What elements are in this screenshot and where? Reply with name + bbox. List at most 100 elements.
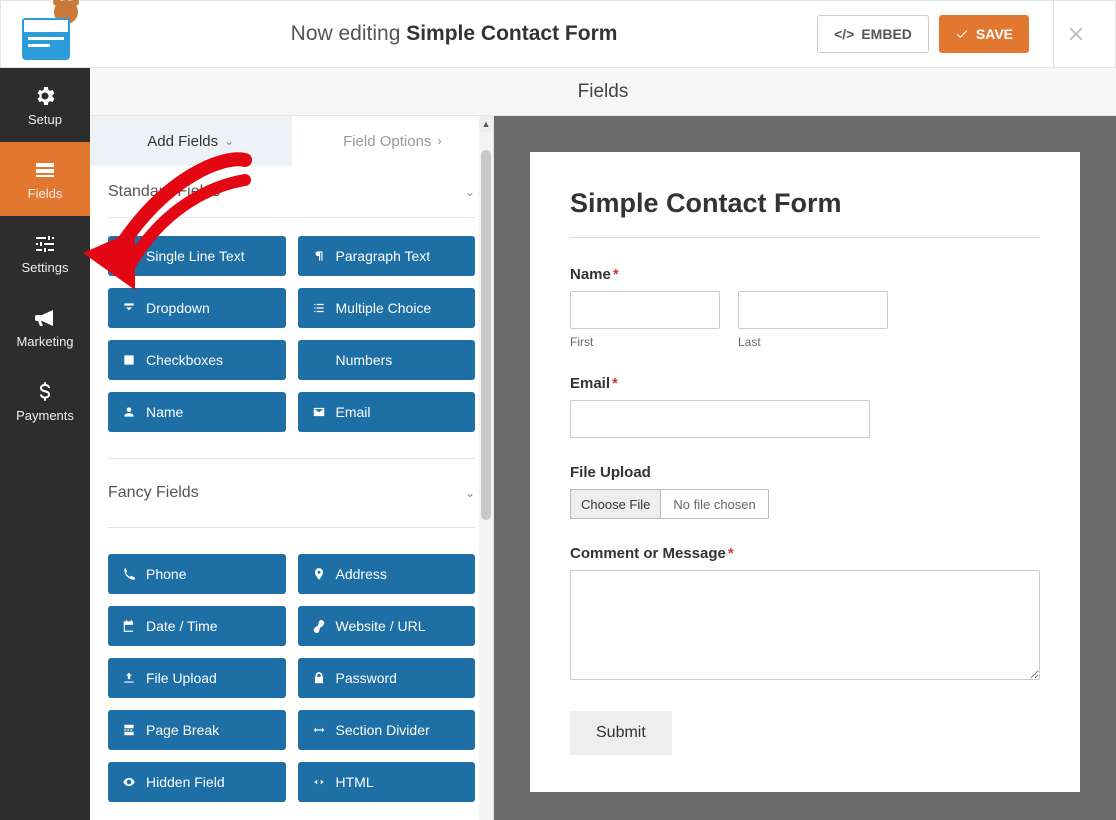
name-label: Name*	[570, 266, 1040, 283]
field-file-upload[interactable]: File Upload	[108, 658, 286, 698]
field-address[interactable]: Address	[298, 554, 476, 594]
fld-lbl: Multiple Choice	[336, 300, 432, 316]
panel-title: Fields	[90, 68, 1116, 116]
file-input[interactable]: Choose File No file chosen	[570, 489, 769, 519]
page-break-icon	[122, 723, 136, 737]
email-label: Email*	[570, 375, 1040, 392]
field-name[interactable]: Name	[108, 392, 286, 432]
hash-icon	[312, 353, 326, 367]
field-password[interactable]: Password	[298, 658, 476, 698]
scroll-up-arrow[interactable]: ▲	[479, 116, 493, 132]
app-body: Setup Fields Settings Marketing Payments…	[0, 68, 1116, 820]
standard-grid: Single Line Text Paragraph Text Dropdown…	[108, 218, 475, 450]
last-name-input[interactable]	[738, 291, 888, 329]
embed-button[interactable]: </> EMBED	[817, 15, 929, 53]
comment-textarea[interactable]	[570, 570, 1040, 680]
field-name-preview[interactable]: Name* First Last	[570, 266, 1040, 349]
list-icon	[312, 301, 326, 315]
upload-icon	[122, 671, 136, 685]
lbl-txt: Name	[570, 266, 611, 283]
fields-panel: ▲ Add Fields ⌄ Field Options ›	[90, 116, 494, 820]
field-email-preview[interactable]: Email*	[570, 375, 1040, 438]
required-asterisk: *	[613, 266, 619, 283]
calendar-icon	[122, 619, 136, 633]
chevron-down-icon: ⌄	[465, 486, 475, 500]
field-comment-preview[interactable]: Comment or Message*	[570, 545, 1040, 685]
split-pane: ▲ Add Fields ⌄ Field Options ›	[90, 116, 1116, 820]
field-paragraph-text[interactable]: Paragraph Text	[298, 236, 476, 276]
dollar-icon	[33, 380, 57, 404]
lbl-txt: Comment or Message	[570, 545, 726, 562]
bullhorn-icon	[33, 306, 57, 330]
fld-lbl: Paragraph Text	[336, 248, 431, 264]
field-multiple-choice[interactable]: Multiple Choice	[298, 288, 476, 328]
paragraph-icon	[312, 249, 326, 263]
fld-lbl: Website / URL	[336, 618, 426, 634]
required-asterisk: *	[728, 545, 734, 562]
field-website[interactable]: Website / URL	[298, 606, 476, 646]
field-page-break[interactable]: Page Break	[108, 710, 286, 750]
submit-button[interactable]: Submit	[570, 711, 672, 755]
field-section-divider[interactable]: Section Divider	[298, 710, 476, 750]
field-html[interactable]: HTML	[298, 762, 476, 802]
field-checkboxes[interactable]: Checkboxes	[108, 340, 286, 380]
field-numbers[interactable]: Numbers	[298, 340, 476, 380]
form-preview: Simple Contact Form Name* First Last Ema…	[494, 116, 1116, 820]
fld-lbl: Numbers	[336, 352, 393, 368]
eye-slash-icon	[122, 775, 136, 789]
fld-lbl: HTML	[336, 774, 374, 790]
field-single-line-text[interactable]: Single Line Text	[108, 236, 286, 276]
main-content: Fields ▲ Add Fields ⌄ Field Options ›	[90, 68, 1116, 820]
top-actions: </> EMBED SAVE	[817, 0, 1097, 68]
chevron-down-icon: ⌄	[224, 134, 234, 148]
rail-fields-label: Fields	[28, 186, 63, 201]
fld-lbl: Phone	[146, 566, 186, 582]
fld-lbl: File Upload	[146, 670, 217, 686]
form-icon	[33, 158, 57, 182]
choose-file-button[interactable]: Choose File	[571, 490, 661, 518]
field-datetime[interactable]: Date / Time	[108, 606, 286, 646]
divider	[108, 458, 475, 459]
required-asterisk: *	[612, 375, 618, 392]
divider	[570, 237, 1040, 238]
rail-settings-label: Settings	[22, 260, 69, 275]
rail-fields[interactable]: Fields	[0, 142, 90, 216]
scrollbar-thumb[interactable]	[481, 150, 491, 520]
email-input[interactable]	[570, 400, 870, 438]
chevron-right-icon: ›	[437, 134, 441, 148]
rail-payments-label: Payments	[16, 408, 74, 423]
field-dropdown[interactable]: Dropdown	[108, 288, 286, 328]
fancy-grid: Phone Address Date / Time Website / URL …	[108, 536, 475, 820]
field-upload-preview[interactable]: File Upload Choose File No file chosen	[570, 464, 1040, 519]
caret-down-icon	[122, 301, 136, 315]
rail-setup[interactable]: Setup	[0, 68, 90, 142]
fancy-fields-header[interactable]: Fancy Fields ⌄	[108, 467, 475, 519]
tab-field-options[interactable]: Field Options ›	[292, 116, 494, 166]
form-title: Simple Contact Form	[570, 188, 1040, 219]
lock-icon	[312, 671, 326, 685]
check-square-icon	[122, 353, 136, 367]
divider	[108, 527, 475, 528]
lbl-txt: Email	[570, 375, 610, 392]
text-icon	[122, 249, 136, 263]
first-sublabel: First	[570, 335, 720, 349]
fancy-fields-section: Fancy Fields ⌄ Phone Address Date / Time…	[90, 467, 493, 820]
field-phone[interactable]: Phone	[108, 554, 286, 594]
rail-marketing[interactable]: Marketing	[0, 290, 90, 364]
first-name-input[interactable]	[570, 291, 720, 329]
field-email[interactable]: Email	[298, 392, 476, 432]
close-icon	[1065, 23, 1087, 45]
field-hidden[interactable]: Hidden Field	[108, 762, 286, 802]
close-button[interactable]	[1053, 0, 1097, 68]
tab-add-fields[interactable]: Add Fields ⌄	[90, 116, 292, 166]
standard-fields-header[interactable]: Standard Fields ⌄	[108, 166, 475, 218]
nav-rail: Setup Fields Settings Marketing Payments	[0, 68, 90, 820]
save-button[interactable]: SAVE	[939, 15, 1029, 53]
fld-lbl: Section Divider	[336, 722, 430, 738]
fld-lbl: Checkboxes	[146, 352, 223, 368]
scrollbar-track[interactable]	[479, 132, 493, 820]
save-label: SAVE	[976, 26, 1013, 42]
rail-payments[interactable]: Payments	[0, 364, 90, 438]
tab-options-label: Field Options	[343, 133, 431, 150]
rail-settings[interactable]: Settings	[0, 216, 90, 290]
